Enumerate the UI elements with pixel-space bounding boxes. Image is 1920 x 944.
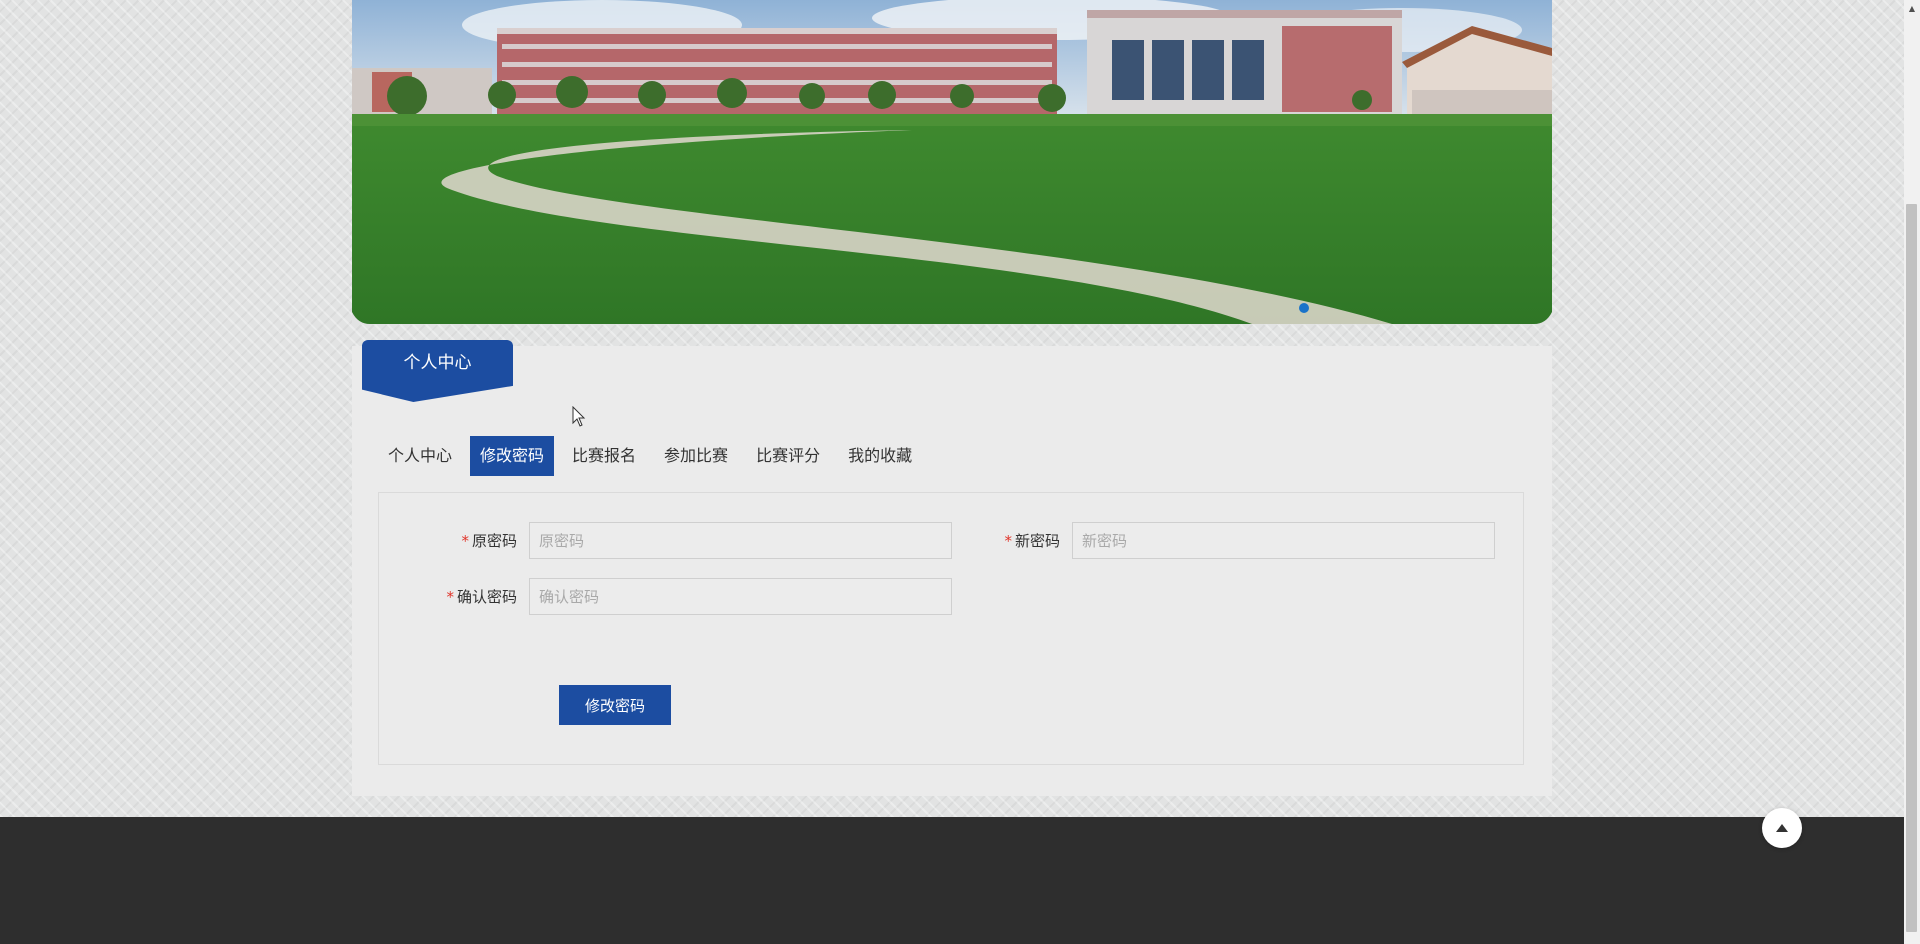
tab-join-competition[interactable]: 参加比赛 bbox=[654, 436, 738, 476]
tab-bar: 个人中心 修改密码 比赛报名 参加比赛 比赛评分 我的收藏 bbox=[378, 436, 930, 476]
confirm-password-label: * 确认密码 bbox=[446, 588, 517, 606]
change-password-button[interactable]: 修改密码 bbox=[559, 685, 671, 725]
old-password-input[interactable] bbox=[529, 522, 952, 559]
required-mark: * bbox=[446, 588, 454, 606]
tab-my-favorites[interactable]: 我的收藏 bbox=[838, 436, 922, 476]
new-password-row: * 新密码 bbox=[952, 522, 1495, 559]
mouse-pointer-icon bbox=[572, 405, 586, 432]
scroll-up-arrow[interactable]: ▲ bbox=[1904, 0, 1920, 16]
banner-image bbox=[352, 0, 1552, 324]
required-mark: * bbox=[1004, 532, 1012, 550]
confirm-password-input[interactable] bbox=[529, 578, 952, 615]
caret-up-icon bbox=[1776, 824, 1788, 832]
confirm-password-row: * 确认密码 bbox=[409, 578, 952, 615]
footer bbox=[0, 817, 1904, 944]
scroll-thumb[interactable] bbox=[1906, 204, 1917, 932]
carousel-dot[interactable] bbox=[1299, 303, 1309, 313]
page-scrollbar[interactable]: ▲ bbox=[1904, 0, 1920, 944]
new-password-label: * 新密码 bbox=[1004, 532, 1060, 550]
old-password-label: * 原密码 bbox=[461, 532, 517, 550]
new-password-input[interactable] bbox=[1072, 522, 1495, 559]
tab-personal-center[interactable]: 个人中心 bbox=[378, 436, 462, 476]
tab-change-password[interactable]: 修改密码 bbox=[470, 436, 555, 476]
old-password-row: * 原密码 bbox=[409, 522, 952, 559]
tab-competition-signup[interactable]: 比赛报名 bbox=[562, 436, 646, 476]
banner-carousel[interactable] bbox=[352, 0, 1552, 324]
tab-competition-scoring[interactable]: 比赛评分 bbox=[746, 436, 830, 476]
back-to-top-button[interactable] bbox=[1762, 808, 1802, 848]
required-mark: * bbox=[461, 532, 469, 550]
